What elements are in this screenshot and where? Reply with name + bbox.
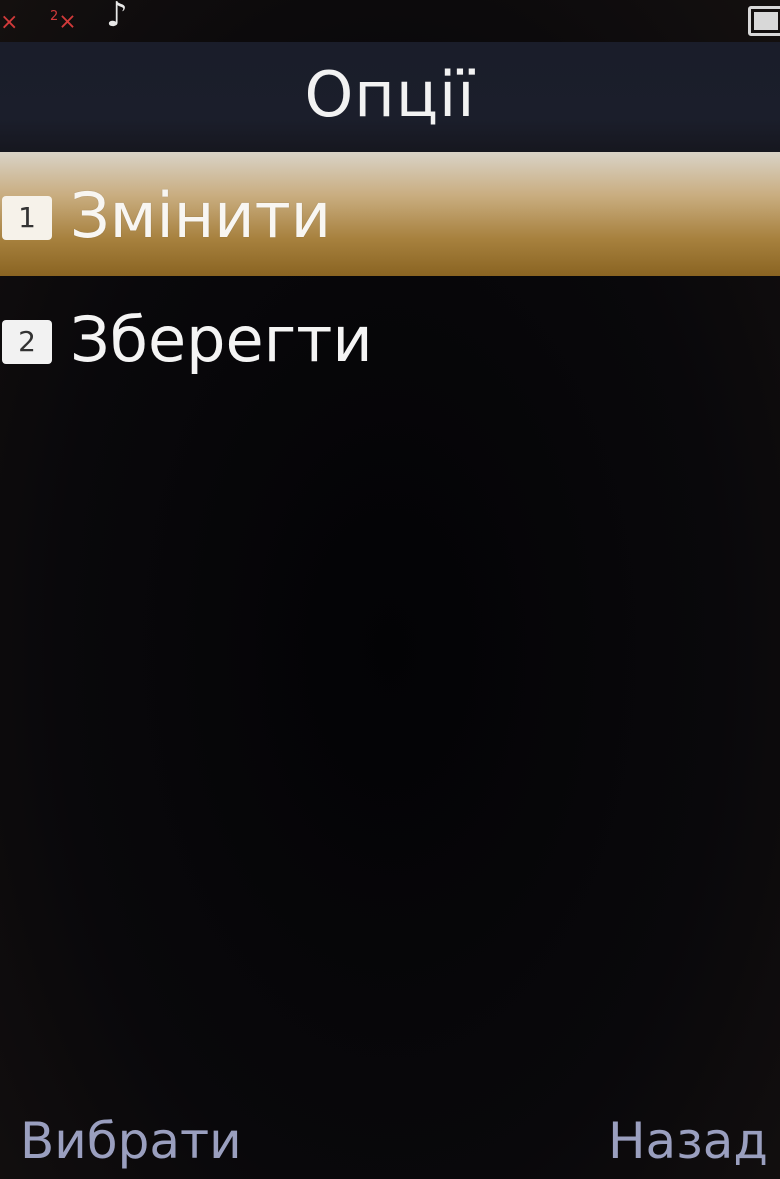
- phone-screen: × 2× ♪ Опції 1 Змінити 2 Зберегти Вибрат…: [0, 0, 780, 1179]
- header: Опції: [0, 42, 780, 152]
- menu-item-label: Змінити: [70, 179, 331, 252]
- sim2-label: 2: [50, 9, 59, 24]
- menu-item-number-badge: 1: [2, 196, 52, 240]
- back-softkey[interactable]: Назад: [608, 1111, 768, 1171]
- music-note-icon: ♪: [106, 0, 128, 35]
- menu-item-save[interactable]: 2 Зберегти: [0, 276, 780, 400]
- battery-icon: [748, 6, 780, 36]
- sim1-no-signal-icon: ×: [0, 10, 19, 35]
- softkey-bar: Вибрати Назад: [0, 1089, 780, 1179]
- menu-item-label: Зберегти: [70, 303, 373, 376]
- menu-item-number-badge: 2: [2, 320, 52, 364]
- status-bar: × 2× ♪: [0, 0, 780, 42]
- page-title: Опції: [304, 58, 476, 131]
- sim2-no-signal-icon: 2×: [50, 9, 77, 35]
- options-menu: 1 Змінити 2 Зберегти: [0, 152, 780, 400]
- select-softkey[interactable]: Вибрати: [20, 1111, 242, 1171]
- menu-item-edit[interactable]: 1 Змінити: [0, 152, 780, 276]
